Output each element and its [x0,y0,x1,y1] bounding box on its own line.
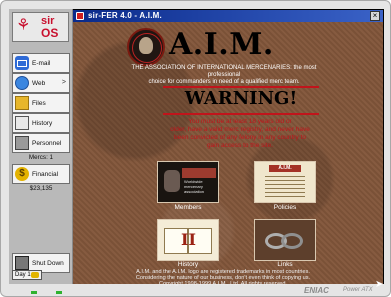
dollar-icon: $ [15,167,29,181]
os-logo-icon: ⚘ [16,15,31,34]
aim-logo-badge [182,168,216,178]
close-button[interactable]: × [370,11,380,21]
warning-text: You must be at least 18 years old or old… [145,118,335,150]
sidebar-item-files[interactable]: Files [12,93,70,113]
aim-title: A.I.M. [169,27,274,62]
personnel-icon [15,136,29,150]
mercs-count: Mercs: 1 [28,154,54,161]
day-indicator: Day 1 [12,270,42,280]
sidebar-item-personnel[interactable]: Personnel [12,133,70,153]
screen: ⚘ sir OS E-mail Web > Files History Pers… [9,9,384,290]
os-logo-line2: OS [41,26,59,40]
members-tile[interactable]: Worldwide mercenary association [157,161,219,203]
email-icon [15,56,29,70]
sidebar-item-label: Personnel [32,140,62,147]
sir-os-logo: ⚘ sir OS [12,12,69,42]
power-led [31,291,37,294]
policies-label[interactable]: Policies [245,204,325,211]
links-tile[interactable] [254,219,316,261]
text-line [265,184,305,185]
warning-line: gain access to the site. [206,142,274,149]
text-line [265,192,305,193]
app-icon [76,12,84,20]
policies-badge: A.I.M. [269,165,301,172]
links-label[interactable]: Links [245,261,325,268]
history-tile[interactable]: II [157,219,219,261]
sidebar-item-label: Files [32,100,46,107]
hand-icon [164,170,180,192]
sidebar-item-history[interactable]: History [12,113,70,133]
sidebar-item-label: E-mail [32,60,51,67]
sidebar-item-financial[interactable]: $ Financial [12,164,70,184]
aim-skull-logo [127,28,165,66]
monitor-frame: ⚘ sir OS E-mail Web > Files History Pers… [0,0,391,297]
history-label[interactable]: History [148,261,228,268]
members-tile-caption: Worldwide mercenary association [184,179,205,194]
clock-icon [31,272,39,278]
intro-line: THE ASSOCIATION OF INTERNATIONAL MERCENA… [131,65,317,78]
warning-bottom-rule [163,113,319,115]
sidebar-item-label: History [32,120,53,127]
policies-tile[interactable]: A.I.M. [254,161,316,203]
sidebar-item-email[interactable]: E-mail [12,53,70,73]
browser-window: sir-FER 4.0 - A.I.M. × A.I.M. THE ASSOCI… [73,10,383,287]
shutdown-icon [15,256,29,270]
day-label: Day 1 [15,272,31,278]
intro-line: choice for commanders in need of a quali… [148,79,300,85]
members-label[interactable]: Members [148,204,228,211]
text-line [265,188,305,189]
skull-icon [139,37,153,54]
warning-title: WARNING! [184,88,298,109]
sidebar-item-web[interactable]: Web > [12,73,70,93]
sidebar-item-label: Web [32,80,46,87]
warning-line: You must be at least 18 years old or [188,118,292,125]
intro-text: THE ASSOCIATION OF INTERNATIONAL MERCENA… [117,65,331,86]
history-numeral: II [181,230,196,249]
activity-led [56,291,62,294]
footer-text: A.I.M. and the A.I.M. logo are registere… [105,269,341,287]
chevron-right-icon: > [61,79,66,86]
text-line [265,196,305,197]
sidebar-item-label: Shut Down [32,260,64,267]
monitor-brand: ENIAC [304,286,329,295]
text-line [265,180,305,181]
aim-page: A.I.M. THE ASSOCIATION OF INTERNATIONAL … [73,22,383,287]
sidebar-item-label: Financial [32,171,59,178]
money-balance: $23,135 [29,185,53,192]
warning-line: been convicted of any felony in any coun… [174,134,306,141]
book-icon [15,116,29,130]
window-title: sir-FER 4.0 - A.I.M. [88,11,162,20]
globe-icon [15,76,29,90]
warning-line: older, have a valid merc registry, and n… [170,126,310,133]
chain-link-icon [281,233,303,249]
mouse-cursor-icon: ➤ [375,279,384,290]
folder-icon [15,96,29,110]
window-titlebar[interactable]: sir-FER 4.0 - A.I.M. × [73,10,383,22]
text-line [265,176,305,177]
sidebar: ⚘ sir OS E-mail Web > Files History Pers… [9,9,73,284]
monitor-model: Power ATX [343,287,373,293]
